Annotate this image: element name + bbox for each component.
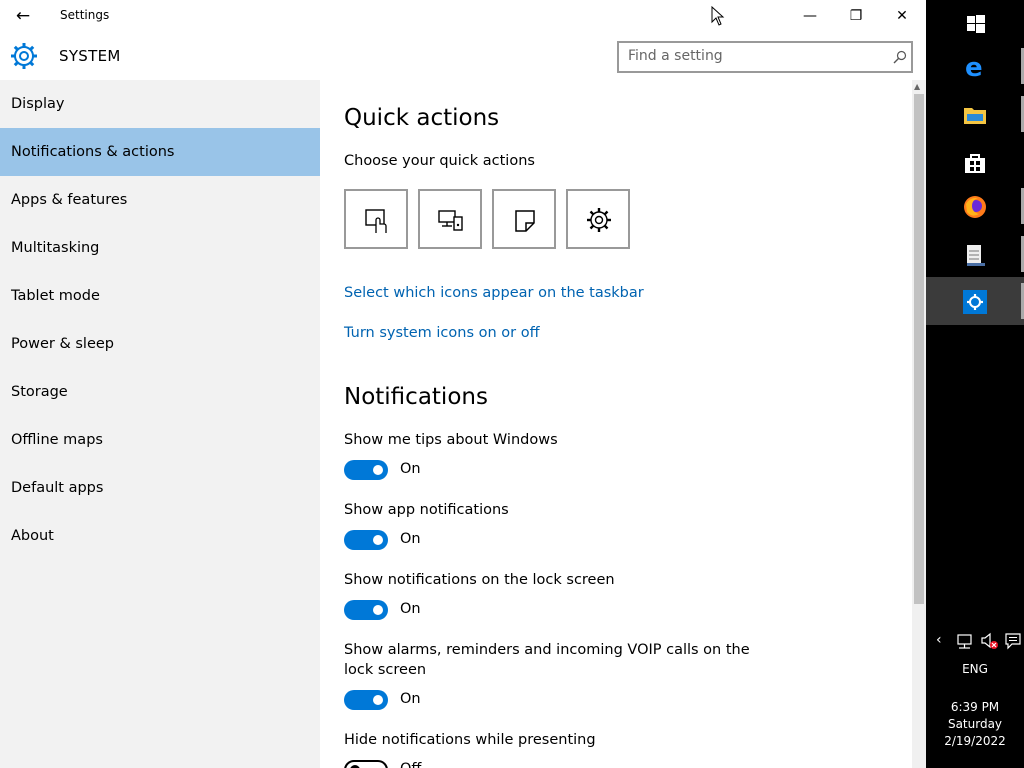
clock-date[interactable]: 2/19/2022 — [926, 733, 1024, 750]
notepad-icon — [967, 245, 985, 266]
taskbar-edge[interactable]: e — [926, 42, 1024, 90]
taskbar-notepad[interactable] — [926, 230, 1024, 278]
language-indicator[interactable]: ENG — [926, 661, 1024, 678]
sidebar-item-storage[interactable]: Storage — [0, 368, 320, 416]
quick-actions-heading: Quick actions — [344, 105, 500, 131]
quick-action-tile-connect[interactable] — [418, 189, 482, 249]
setting-label-lock-screen: Show notifications on the lock screen — [344, 572, 615, 588]
mouse-cursor-icon — [711, 6, 725, 26]
scroll-up-icon[interactable]: ▲ — [914, 82, 920, 91]
tablet-mode-icon — [365, 209, 387, 233]
sidebar-item-notifications-actions[interactable]: Notifications & actions — [0, 128, 320, 176]
taskbar-settings[interactable] — [926, 277, 1024, 325]
toggle-knob — [373, 535, 383, 545]
clock-day[interactable]: Saturday — [926, 716, 1024, 733]
svg-text:e: e — [965, 54, 983, 80]
toggle-state-hide-presenting: Off — [400, 761, 421, 768]
section-title: SYSTEM — [59, 47, 121, 65]
sidebar-item-about[interactable]: About — [0, 512, 320, 560]
sidebar-item-apps-features[interactable]: Apps & features — [0, 176, 320, 224]
system-icons-link[interactable]: Turn system icons on or off — [344, 325, 540, 341]
toggle-alarms-voip[interactable] — [344, 690, 388, 710]
firefox-icon — [964, 196, 986, 218]
search-input[interactable]: Find a setting — [617, 41, 913, 73]
settings-icon — [963, 290, 987, 314]
scrollbar[interactable]: ▲ — [912, 80, 926, 768]
sidebar-item-power-sleep[interactable]: Power & sleep — [0, 320, 320, 368]
file-explorer-icon — [964, 108, 986, 124]
main-content: Quick actions Choose your quick actions — [320, 80, 912, 768]
note-icon — [515, 210, 535, 232]
taskbar: e ‹ ENG 6:39 PM Saturday 2/19/2022 — [926, 0, 1024, 768]
window-title: Settings — [60, 8, 110, 22]
settings-window: ← Settings — ❐ ✕ SYSTEM Find a setting D — [0, 0, 926, 768]
scrollbar-thumb[interactable] — [914, 94, 924, 604]
volume-muted-icon[interactable] — [980, 632, 1000, 650]
page-header: SYSTEM Find a setting — [0, 32, 926, 80]
taskbar-file-explorer[interactable] — [926, 90, 1024, 138]
search-icon[interactable] — [893, 50, 907, 64]
quick-actions-subheading: Choose your quick actions — [344, 153, 535, 169]
sidebar: Display Notifications & actions Apps & f… — [0, 80, 320, 768]
taskbar-icons-link[interactable]: Select which icons appear on the taskbar — [344, 285, 644, 301]
show-hidden-icons-chevron-icon[interactable]: ‹ — [936, 632, 942, 648]
setting-label-alarms-voip: Show alarms, reminders and incoming VOIP… — [344, 642, 750, 678]
close-button[interactable]: ✕ — [882, 4, 922, 28]
notifications-heading: Notifications — [344, 384, 488, 410]
system-gear-icon — [11, 43, 37, 69]
windows-start-icon — [967, 15, 985, 33]
toggle-state-tips: On — [400, 461, 421, 477]
setting-label-tips: Show me tips about Windows — [344, 432, 558, 448]
minimize-button[interactable]: — — [790, 4, 830, 28]
action-center-icon[interactable] — [1004, 632, 1022, 650]
toggle-knob — [373, 465, 383, 475]
back-arrow-icon[interactable]: ← — [12, 6, 34, 26]
toggle-state-lock-screen: On — [400, 601, 421, 617]
toggle-state-app-notifications: On — [400, 531, 421, 547]
sidebar-item-multitasking[interactable]: Multitasking — [0, 224, 320, 272]
quick-action-tile-all-settings[interactable] — [566, 189, 630, 249]
taskbar-firefox[interactable] — [926, 182, 1024, 230]
sidebar-item-tablet-mode[interactable]: Tablet mode — [0, 272, 320, 320]
search-placeholder: Find a setting — [628, 48, 723, 64]
clock-time[interactable]: 6:39 PM — [926, 699, 1024, 716]
setting-label-app-notifications: Show app notifications — [344, 502, 509, 518]
toggle-app-notifications[interactable] — [344, 530, 388, 550]
toggle-lock-screen[interactable] — [344, 600, 388, 620]
toggle-state-alarms-voip: On — [400, 691, 421, 707]
toggle-knob — [373, 605, 383, 615]
toggle-hide-presenting[interactable] — [344, 760, 388, 768]
sidebar-item-offline-maps[interactable]: Offline maps — [0, 416, 320, 464]
sidebar-item-default-apps[interactable]: Default apps — [0, 464, 320, 512]
setting-label-hide-presenting: Hide notifications while presenting — [344, 732, 596, 748]
edge-icon: e — [965, 54, 983, 80]
sidebar-item-display[interactable]: Display — [0, 80, 320, 128]
quick-action-tile-tablet-mode[interactable] — [344, 189, 408, 249]
start-button[interactable] — [926, 0, 1024, 48]
toggle-tips[interactable] — [344, 460, 388, 480]
taskbar-store[interactable] — [926, 138, 1024, 186]
toggle-knob — [373, 695, 383, 705]
quick-action-tile-note[interactable] — [492, 189, 556, 249]
store-icon — [965, 154, 985, 173]
maximize-button[interactable]: ❐ — [836, 4, 876, 28]
all-settings-icon — [587, 208, 611, 232]
title-bar: ← Settings — ❐ ✕ — [0, 0, 926, 32]
network-icon[interactable] — [956, 634, 974, 650]
connect-icon — [438, 210, 463, 231]
